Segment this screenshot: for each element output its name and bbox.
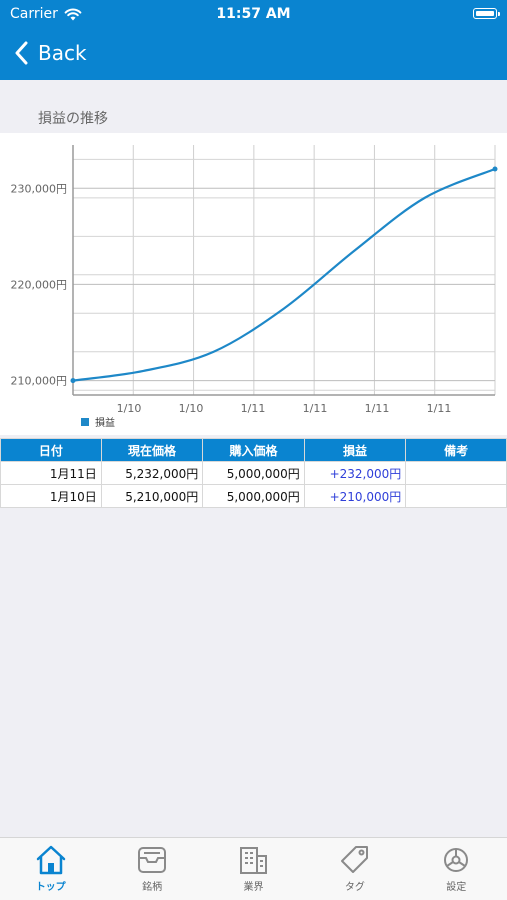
x-tick-label: 1/11	[303, 402, 328, 415]
tab-label: トップ	[35, 882, 66, 893]
cell-date: 1月11日	[0, 461, 102, 485]
tag-icon	[340, 846, 368, 873]
cell-pnl: +210,000円	[303, 484, 407, 508]
cell-notes	[405, 461, 507, 485]
battery-icon	[473, 8, 500, 19]
legend-label: 損益	[95, 416, 115, 429]
chart-svg: 210,000円 220,000円 230,000円 1/10 1/10 1/11 1/11…	[11, 145, 498, 429]
y-tick-label: 230,000円	[11, 182, 68, 195]
pnl-table: 日付 現在価格 購入価格 損益 備考 1月11日 5,232,000円 5,00…	[0, 438, 507, 508]
tab-top[interactable]: トップ	[6, 838, 96, 900]
back-button[interactable]: Back	[14, 38, 87, 68]
table-row: 1月10日 5,210,000円 5,000,000円 +210,000円	[0, 484, 507, 508]
header-pnl: 損益	[303, 438, 407, 462]
data-point	[70, 378, 76, 384]
inbox-icon	[138, 847, 167, 873]
cell-date: 1月10日	[0, 484, 102, 508]
cell-current-price: 5,210,000円	[100, 484, 204, 508]
tab-label: 業界	[243, 882, 264, 893]
x-tick-label: 1/10	[117, 402, 142, 415]
nav-bar: Carrier 11:57 AM Back	[0, 0, 507, 80]
data-point	[492, 166, 498, 172]
x-tick-label: 1/11	[427, 402, 452, 415]
tab-bar: トップ 銘柄 業界 タグ 設定	[0, 837, 507, 900]
tab-tags[interactable]: タグ	[310, 838, 400, 900]
cell-pnl: +232,000円	[303, 461, 407, 485]
y-tick-label: 220,000円	[11, 278, 68, 291]
clock: 11:57 AM	[216, 6, 291, 22]
header-current-price: 現在価格	[100, 438, 204, 462]
x-tick-label: 1/11	[241, 402, 266, 415]
tab-label: 設定	[446, 882, 467, 893]
pnl-chart: 210,000円 220,000円 230,000円 1/10 1/10 1/11 1/11…	[0, 133, 507, 435]
section-title: 損益の推移	[38, 111, 108, 127]
gear-icon	[444, 848, 469, 872]
status-bar: Carrier 11:57 AM	[0, 0, 507, 28]
cell-current-price: 5,232,000円	[100, 461, 204, 485]
x-tick-label: 1/11	[365, 402, 390, 415]
table-header-row: 日付 現在価格 購入価格 損益 備考	[0, 438, 507, 462]
building-icon	[240, 847, 268, 874]
table-row: 1月11日 5,232,000円 5,000,000円 +232,000円	[0, 461, 507, 485]
back-label: Back	[38, 41, 87, 65]
chevron-left-icon	[15, 41, 28, 65]
cell-purchase-price: 5,000,000円	[202, 461, 305, 485]
tab-industry[interactable]: 業界	[208, 838, 298, 900]
header-notes: 備考	[405, 438, 507, 462]
x-tick-label: 1/10	[179, 402, 204, 415]
header-purchase-price: 購入価格	[202, 438, 305, 462]
tab-settings[interactable]: 設定	[411, 838, 501, 900]
tab-label: 銘柄	[142, 882, 163, 893]
y-tick-label: 210,000円	[11, 375, 68, 388]
cell-purchase-price: 5,000,000円	[202, 484, 305, 508]
tab-label: タグ	[344, 882, 365, 893]
cell-notes	[405, 484, 507, 508]
tab-stocks[interactable]: 銘柄	[107, 838, 197, 900]
legend-swatch	[81, 418, 89, 426]
home-icon	[36, 845, 65, 875]
header-date: 日付	[0, 438, 102, 462]
